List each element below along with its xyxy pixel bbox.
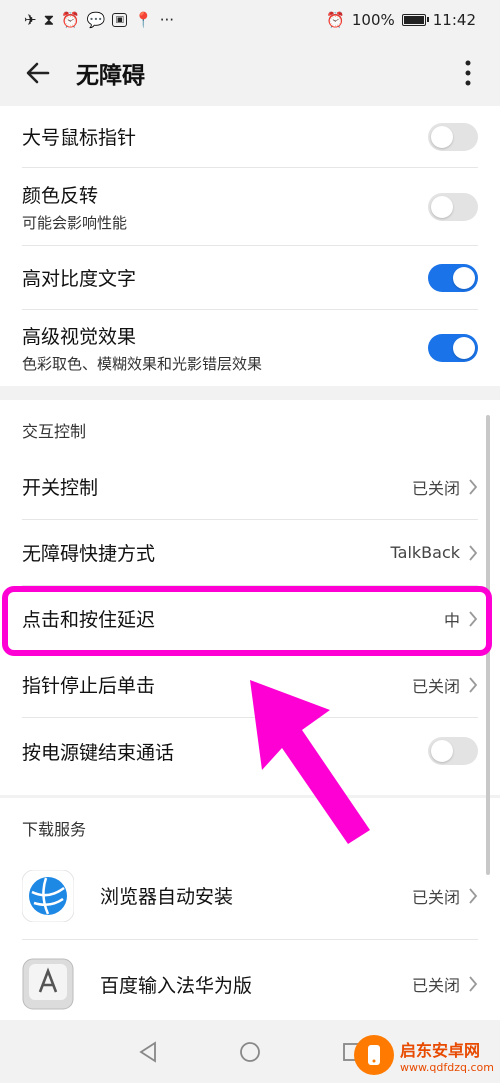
app-badge-icon: ▣ xyxy=(112,13,127,27)
status-left: ✈ ⧗ ⏰ 💬 ▣ 📍 ··· xyxy=(24,10,174,29)
setting-value: 已关闭 xyxy=(411,478,460,498)
watermark-title: 启东安卓网 xyxy=(399,1040,480,1060)
keyboard-a-icon xyxy=(22,958,74,1010)
setting-row-large-pointer[interactable]: 大号鼠标指针 xyxy=(22,106,478,168)
large-pointer-toggle[interactable] xyxy=(428,122,478,151)
battery-icon xyxy=(401,14,429,26)
setting-value: 已关闭 xyxy=(411,676,460,696)
setting-row-switch-control[interactable]: 开关控制 已关闭 xyxy=(22,454,478,520)
setting-label: 大号鼠标指针 xyxy=(22,127,137,149)
setting-value: TalkBack xyxy=(390,543,460,562)
service-row-browser-install[interactable]: 浏览器自动安装 已关闭 xyxy=(22,852,478,940)
hourglass-icon: ⧗ xyxy=(43,10,55,29)
chevron-right-icon xyxy=(469,887,478,904)
service-row-baidu-ime[interactable]: 百度输入法华为版 已关闭 xyxy=(22,940,478,1028)
setting-subtitle: 色彩取色、模糊效果和光影错层效果 xyxy=(22,355,263,373)
battery-fill xyxy=(403,16,424,24)
page-title: 无障碍 xyxy=(76,63,145,89)
setting-label: 高级视觉效果 xyxy=(22,326,137,348)
setting-value: 已关闭 xyxy=(411,887,460,907)
chevron-right-icon xyxy=(469,976,478,992)
nav-back-icon[interactable] xyxy=(137,1040,159,1063)
alarm-clock-icon: ⏰ xyxy=(326,10,345,29)
setting-row-accessibility-shortcut[interactable]: 无障碍快捷方式 TalkBack xyxy=(22,520,478,586)
highlight-box xyxy=(2,586,492,656)
display-settings-card: 大号鼠标指针 颜色反转 可能会影响性能 高对比度文字 高级视觉效果 色彩取色、模… xyxy=(0,106,500,386)
back-button[interactable] xyxy=(20,55,56,91)
more-notifications-icon: ··· xyxy=(159,10,174,29)
setting-label: 指针停止后单击 xyxy=(22,675,156,697)
setting-value: 已关闭 xyxy=(411,976,460,995)
status-time: 11:42 xyxy=(432,11,476,29)
app-bar: 无障碍 xyxy=(0,40,500,106)
chevron-right-icon xyxy=(469,478,478,495)
chevron-right-icon xyxy=(469,676,478,693)
service-label: 浏览器自动安装 xyxy=(100,886,234,908)
setting-row-advanced-visual[interactable]: 高级视觉效果 色彩取色、模糊效果和光影错层效果 xyxy=(22,310,478,386)
service-label: 百度输入法华为版 xyxy=(100,974,253,997)
status-right: ⏰ 100% 11:42 xyxy=(326,11,476,29)
setting-label: 颜色反转 xyxy=(22,184,99,207)
high-contrast-toggle[interactable] xyxy=(428,263,478,292)
battery-percent: 100% xyxy=(351,11,395,29)
setting-subtitle: 可能会影响性能 xyxy=(22,213,128,232)
chevron-right-icon xyxy=(469,544,478,561)
airplane-icon: ✈ xyxy=(24,10,37,29)
setting-label: 按电源键结束通话 xyxy=(22,741,175,764)
watermark-logo-icon xyxy=(353,1035,394,1075)
chat-bubble-icon: 💬 xyxy=(86,10,106,29)
browser-globe-icon xyxy=(22,869,74,922)
watermark-url: www.qdfdzq.com xyxy=(399,1060,494,1074)
setting-label: 无障碍快捷方式 xyxy=(22,543,156,565)
setting-row-color-inversion[interactable]: 颜色反转 可能会影响性能 xyxy=(22,168,478,246)
pointer-arrow-annotation xyxy=(250,680,370,844)
color-inversion-toggle[interactable] xyxy=(428,192,478,221)
alarm-icon: ⏰ xyxy=(61,10,80,29)
location-pin-icon: 📍 xyxy=(134,10,153,29)
advanced-visual-toggle[interactable] xyxy=(428,334,478,362)
setting-row-high-contrast[interactable]: 高对比度文字 xyxy=(22,246,478,310)
setting-label: 开关控制 xyxy=(22,477,99,499)
watermark: 启东安卓网 www.qdfdzq.com xyxy=(353,1035,494,1075)
status-bar: ✈ ⧗ ⏰ 💬 ▣ 📍 ··· ⏰ 100% 11:42 xyxy=(0,0,500,40)
section-title-interaction: 交互控制 xyxy=(22,422,87,441)
more-vertical-icon xyxy=(465,60,471,86)
power-ends-call-toggle[interactable] xyxy=(428,737,478,765)
setting-label: 高对比度文字 xyxy=(22,268,137,290)
arrow-left-icon xyxy=(26,62,50,84)
more-options-button[interactable] xyxy=(456,55,480,91)
nav-home-icon[interactable] xyxy=(239,1041,261,1063)
